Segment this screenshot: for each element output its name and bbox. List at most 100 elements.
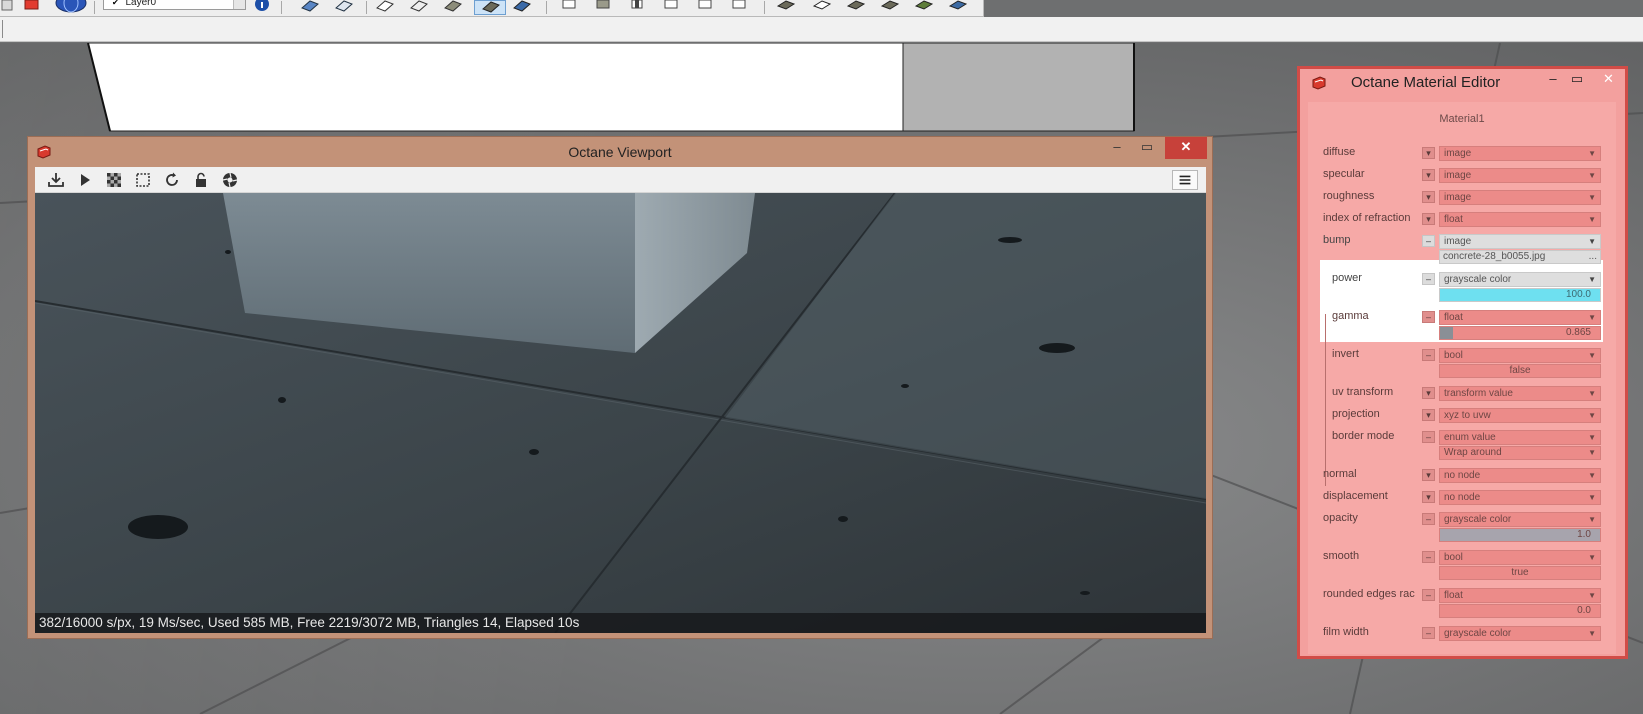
node-type-dropdown[interactable]: float ▼ (1439, 588, 1601, 603)
rounded-edges-slider[interactable]: 0.0 (1439, 604, 1601, 618)
aperture-icon[interactable] (221, 171, 239, 189)
collapse-toggle[interactable]: – (1422, 431, 1435, 443)
layer-select[interactable]: ✔ Layer0 (103, 0, 246, 10)
chevron-down-icon: ▼ (1588, 553, 1596, 562)
left-view-icon[interactable] (729, 0, 749, 14)
smooth-bool-toggle[interactable]: true (1439, 566, 1601, 580)
iso-view-icon[interactable] (559, 0, 579, 14)
viewport-status-bar: 382/16000 s/px, 19 Ms/sec, Used 585 MB, … (35, 613, 1206, 633)
hamburger-menu-button[interactable] (1172, 170, 1198, 190)
chevron-down-icon: ▼ (1588, 433, 1596, 442)
wireframe-icon[interactable] (409, 0, 429, 14)
hidden-line-icon[interactable] (443, 0, 463, 14)
refresh-icon[interactable] (163, 171, 181, 189)
param-row-displacement: displacement ▾ no node ▼ (1308, 486, 1616, 508)
node-type-dropdown[interactable]: no node ▼ (1439, 468, 1601, 483)
collapse-toggle[interactable]: – (1422, 273, 1435, 285)
gamma-slider[interactable]: 0.865 (1439, 326, 1601, 340)
browse-file-button[interactable]: ... (1589, 251, 1597, 263)
param-row-bump: bump – image ▼ concrete-28_b0055.jpg ... (1308, 230, 1616, 264)
minimize-button[interactable]: – (1104, 137, 1130, 159)
expand-toggle[interactable]: ▾ (1422, 469, 1435, 481)
node-type-dropdown[interactable]: grayscale color ▼ (1439, 512, 1601, 527)
download-icon[interactable] (47, 171, 65, 189)
param-label: gamma (1332, 310, 1369, 322)
toolbar-grip[interactable] (2, 20, 3, 38)
param-row-projection: projection ▾ xyz to uvw ▼ (1308, 404, 1616, 426)
param-label: projection (1332, 408, 1380, 420)
minimize-button[interactable]: – (1543, 69, 1563, 91)
sandbox-icon-5[interactable] (914, 0, 934, 14)
close-button[interactable]: ✕ (1592, 69, 1625, 91)
chevron-down-icon: ▼ (1588, 237, 1596, 246)
opacity-slider[interactable]: 1.0 (1439, 528, 1601, 542)
chevron-down-icon: ▼ (1588, 275, 1596, 284)
octane-viewport-window: Octane Viewport – ▭ ✕ 382/16000 s/px, 19… (27, 136, 1213, 639)
chevron-down-icon[interactable] (233, 0, 245, 9)
collapse-toggle[interactable]: – (1422, 627, 1435, 639)
collapse-toggle[interactable]: – (1422, 349, 1435, 361)
shaded-texture-icon[interactable] (474, 0, 506, 15)
node-type-dropdown[interactable]: enum value ▼ (1439, 430, 1601, 445)
section-plane-icon[interactable] (300, 0, 320, 14)
slider-fill (1440, 327, 1453, 339)
node-type-dropdown[interactable]: transform value ▼ (1439, 386, 1601, 401)
paint-bucket-icon[interactable] (22, 0, 42, 14)
sandbox-icon-3[interactable] (846, 0, 866, 14)
section-plane-icon-2[interactable] (334, 0, 354, 14)
layer-check-icon: ✔ (112, 0, 119, 7)
info-icon[interactable] (252, 0, 272, 14)
collapse-toggle[interactable]: – (1422, 311, 1435, 323)
sandbox-icon-6[interactable] (948, 0, 968, 14)
sandbox-icon[interactable] (776, 0, 796, 14)
expand-toggle[interactable]: ▾ (1422, 491, 1435, 503)
front-view-icon[interactable] (627, 0, 647, 14)
close-button[interactable]: ✕ (1165, 137, 1207, 159)
eraser-icon[interactable] (0, 0, 20, 14)
right-view-icon[interactable] (661, 0, 681, 14)
globe-icon[interactable] (54, 0, 88, 14)
node-type-dropdown[interactable]: float ▼ (1439, 310, 1601, 325)
collapse-toggle[interactable]: – (1422, 551, 1435, 563)
sandbox-icon-4[interactable] (880, 0, 900, 14)
collapse-toggle[interactable]: – (1422, 235, 1435, 247)
param-label: invert (1332, 348, 1359, 360)
node-type-dropdown[interactable]: bool ▼ (1439, 550, 1601, 565)
expand-toggle[interactable]: ▾ (1422, 409, 1435, 421)
node-type-dropdown[interactable]: image ▼ (1439, 234, 1601, 249)
node-type-dropdown[interactable]: xyz to uvw ▼ (1439, 408, 1601, 423)
power-slider[interactable]: 100.0 (1439, 288, 1601, 302)
sketchup-toolbar: ✔ Layer0 (0, 0, 984, 17)
face-style-icon[interactable] (375, 0, 395, 14)
sandbox-icon-2[interactable] (812, 0, 832, 14)
invert-bool-toggle[interactable]: false (1439, 364, 1601, 378)
border-mode-select[interactable]: Wrap around ▼ (1439, 446, 1601, 460)
chevron-down-icon: ▼ (1588, 471, 1596, 480)
node-type-dropdown[interactable]: bool ▼ (1439, 348, 1601, 363)
node-type-dropdown[interactable]: grayscale color ▼ (1439, 272, 1601, 287)
back-view-icon[interactable] (695, 0, 715, 14)
maximize-button[interactable]: ▭ (1134, 137, 1160, 159)
play-icon[interactable] (76, 171, 94, 189)
param-row-rounded-edges-radius: rounded edges rac – float ▼ 0.0 (1308, 584, 1616, 618)
param-row-opacity: opacity – grayscale color ▼ 1.0 (1308, 508, 1616, 542)
octane-material-editor-window: Octane Material Editor – ▭ ✕ Material1 d… (1297, 66, 1628, 659)
expand-toggle[interactable]: ▾ (1422, 387, 1435, 399)
param-label: smooth (1323, 550, 1360, 562)
node-type-dropdown[interactable]: grayscale color ▼ (1439, 626, 1601, 641)
node-type-dropdown[interactable]: no node ▼ (1439, 490, 1601, 505)
chevron-down-icon: ▼ (1588, 515, 1596, 524)
collapse-toggle[interactable]: – (1422, 589, 1435, 601)
material-parameters-panel: Material1 diffuse ▾ image ▼ specular ▾ im… (1308, 102, 1616, 654)
maximize-button[interactable]: ▭ (1567, 69, 1587, 91)
param-row-uv-transform: uv transform ▾ transform value ▼ (1308, 382, 1616, 404)
checkerboard-icon[interactable] (105, 171, 123, 189)
region-select-icon[interactable] (134, 171, 152, 189)
lock-icon[interactable] (192, 171, 210, 189)
render-view[interactable]: 382/16000 s/px, 19 Ms/sec, Used 585 MB, … (35, 193, 1206, 633)
monochrome-icon[interactable] (512, 0, 532, 14)
param-label: uv transform (1332, 386, 1394, 398)
collapse-toggle[interactable]: – (1422, 513, 1435, 525)
image-file-field[interactable]: concrete-28_b0055.jpg ... (1439, 250, 1601, 264)
top-view-icon[interactable] (593, 0, 613, 14)
